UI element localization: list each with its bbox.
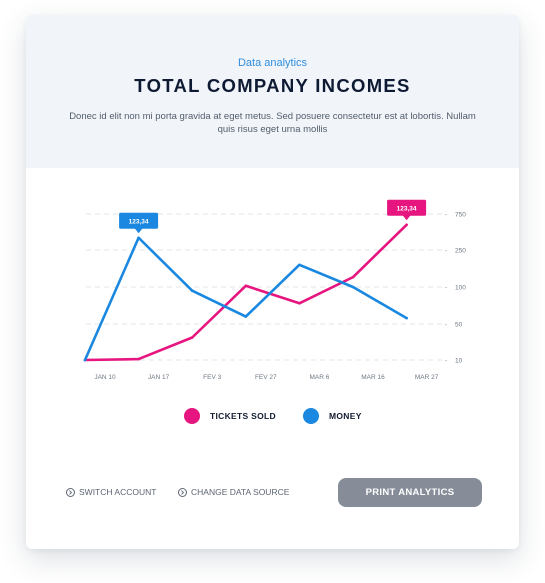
x-tick-label: MAR 16 (361, 374, 385, 381)
y-tick-label: 10 (455, 358, 463, 365)
x-tick-label: JAN 17 (148, 374, 170, 381)
data-point (244, 315, 248, 318)
callout-label: 123,34 (397, 206, 417, 213)
data-point (405, 316, 408, 320)
y-tick-label: 100 (455, 285, 466, 292)
data-point (351, 285, 355, 289)
y-tick-dash: - (445, 212, 447, 219)
x-axis-ticks: JAN 10 JAN 17 FEV 3 FEV 27 MAR 6 MAR 16 MAR 27 (94, 374, 438, 381)
legend-item-money[interactable]: MONEY (303, 406, 362, 426)
y-tick-dash: - (445, 285, 447, 292)
series-line-tickets-sold (83, 223, 408, 362)
y-tick-dash: - (445, 248, 447, 255)
y-tick-label: 50 (455, 322, 463, 329)
legend-swatch-tickets-sold (184, 408, 200, 424)
y-axis-ticks: 750 - 250 - 100 - 50 - 10 - (445, 212, 466, 365)
change-data-source-label: CHANGE DATA SOURCE (191, 487, 290, 497)
x-tick-label: FEV 27 (255, 374, 277, 381)
switch-account-link[interactable]: SWITCH ACCOUNT (66, 486, 156, 498)
change-data-source-link[interactable]: CHANGE DATA SOURCE (178, 486, 289, 498)
callout-label: 123,34 (129, 219, 149, 226)
callout-pointer (134, 228, 143, 234)
series-lines (83, 223, 408, 362)
y-tick-label: 250 (455, 248, 466, 255)
line-chart: 750 - 250 - 100 - 50 - 10 - JAN 10 JAN 17 FEV 3 FEV … (83, 199, 466, 381)
data-point (190, 289, 194, 293)
data-point (190, 336, 194, 339)
x-tick-label: JAN 10 (94, 374, 116, 381)
x-tick-label: MAR 6 (309, 374, 329, 381)
callout-pointer (402, 215, 411, 221)
switch-account-label: SWITCH ACCOUNT (79, 487, 157, 497)
y-tick-dash: - (445, 358, 447, 365)
x-tick-label: FEV 3 (203, 374, 221, 381)
legend-label-money: MONEY (329, 411, 362, 421)
analytics-card: Data analytics TOTAL COMPANY INCOMES Don… (26, 15, 519, 549)
legend-item-tickets-sold[interactable]: TICKETS SOLD (184, 406, 276, 426)
data-point (83, 358, 87, 362)
callout-badge: 123,34 (119, 212, 159, 234)
data-point (351, 275, 355, 279)
data-point (298, 301, 301, 305)
data-point (298, 263, 301, 267)
grid-lines (86, 213, 443, 361)
chevron-right-icon (178, 487, 187, 497)
chart-legend: TICKETS SOLD MONEY (26, 406, 519, 426)
callout-badge: 123,34 (387, 199, 427, 221)
legend-swatch-money (303, 408, 319, 424)
legend-label-tickets-sold: TICKETS SOLD (210, 411, 276, 421)
y-tick-label: 750 (455, 212, 466, 219)
print-analytics-button[interactable]: PRINT ANALYTICS (338, 478, 482, 507)
series-line-money (83, 236, 408, 362)
callouts: 123,34 123,34 (119, 199, 427, 234)
y-tick-dash: - (445, 322, 447, 329)
x-tick-label: MAR 27 (415, 374, 439, 381)
data-point (137, 236, 140, 240)
data-point (405, 223, 408, 227)
chevron-right-icon (66, 487, 75, 497)
data-point (244, 284, 248, 288)
data-point (137, 357, 140, 361)
